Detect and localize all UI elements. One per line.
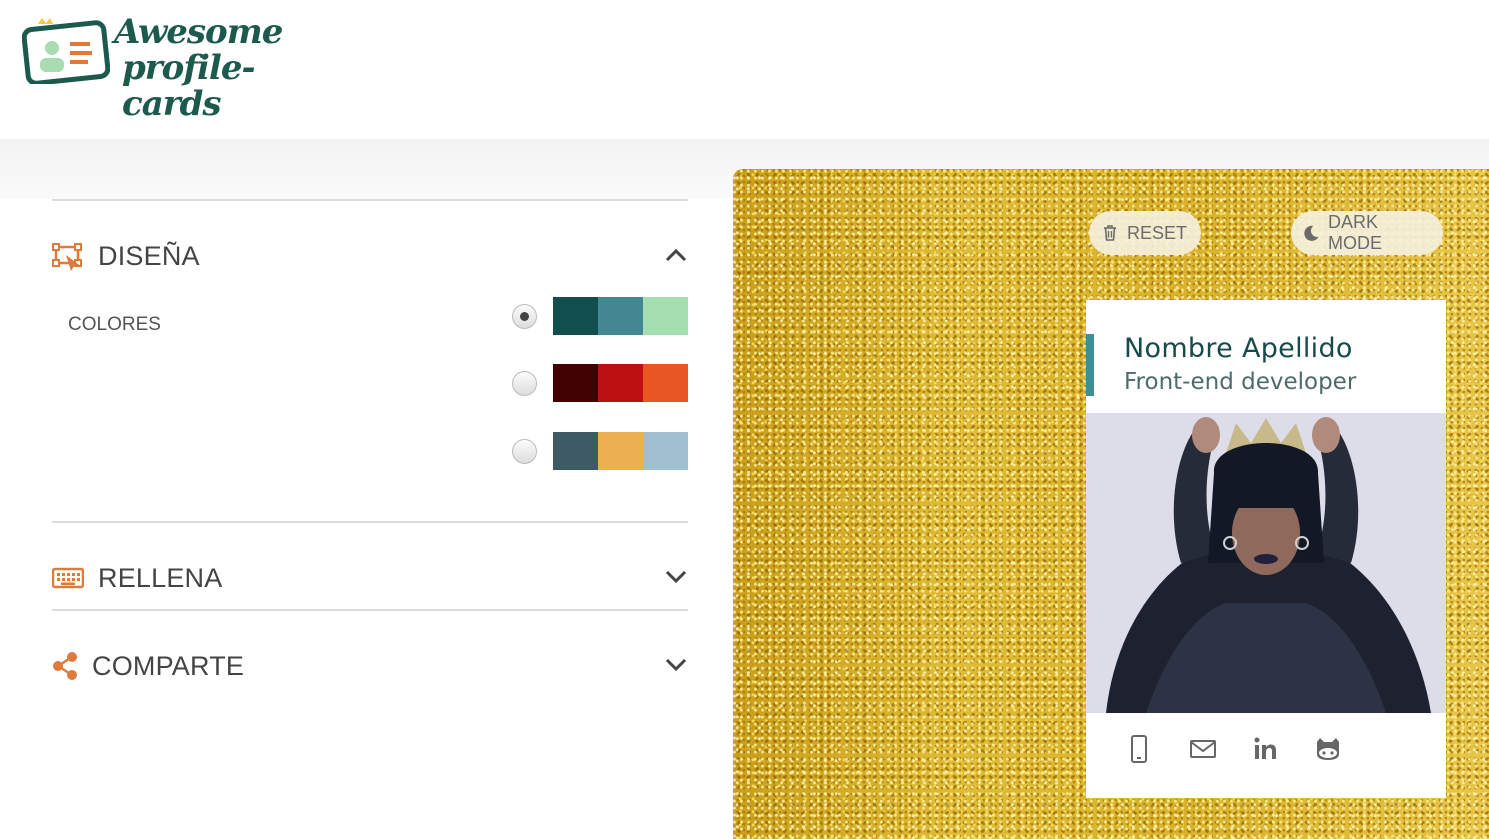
- profile-card: Nombre Apellido Front-end developer: [1086, 300, 1446, 798]
- chevron-down-icon[interactable]: [664, 657, 688, 673]
- palette-radio-3[interactable]: [512, 439, 537, 464]
- palette-option-1[interactable]: [512, 297, 688, 335]
- colors-label: COLORES: [68, 314, 161, 335]
- colors-group: COLORES: [52, 297, 688, 521]
- logo[interactable]: Awesome profile-cards: [22, 12, 332, 122]
- section-share-header[interactable]: COMPARTE: [52, 611, 688, 697]
- section-design-title: DISEÑA: [98, 241, 200, 271]
- swatch: [598, 364, 643, 402]
- chevron-up-icon[interactable]: [664, 247, 688, 263]
- palette-swatches-2[interactable]: [553, 364, 688, 402]
- swatch: [553, 364, 598, 402]
- chevron-down-icon[interactable]: [664, 569, 688, 585]
- dark-mode-button[interactable]: DARK MODE: [1291, 211, 1443, 255]
- form-panel: DISEÑA COLORES RELLENA COMPARTE: [52, 199, 688, 697]
- card-preview: RESET DARK MODE Nombre Apellido Front-en…: [733, 169, 1489, 839]
- section-fill-title: RELLENA: [98, 563, 223, 593]
- reset-button[interactable]: RESET: [1089, 211, 1201, 255]
- logo-line-2: profile-cards: [122, 48, 256, 124]
- linkedin-icon[interactable]: [1248, 732, 1282, 766]
- palette-option-3[interactable]: [512, 432, 688, 470]
- phone-icon[interactable]: [1122, 732, 1156, 766]
- logo-line-1: Awesome: [114, 12, 283, 52]
- card-accent-bar: [1086, 334, 1094, 396]
- section-design-header[interactable]: DISEÑA: [52, 201, 688, 311]
- swatch: [553, 432, 598, 470]
- palette-radio-2[interactable]: [512, 371, 537, 396]
- section-fill-header[interactable]: RELLENA: [52, 523, 688, 609]
- swatch: [598, 432, 643, 470]
- swatch: [643, 297, 688, 335]
- card-name: Nombre Apellido: [1124, 333, 1353, 364]
- dark-mode-label: DARK MODE: [1328, 212, 1382, 253]
- email-icon[interactable]: [1186, 732, 1220, 766]
- swatch: [553, 297, 598, 335]
- profile-photo-illustration: [1086, 413, 1446, 713]
- social-icons: [1086, 732, 1446, 782]
- keyboard-icon: [52, 567, 84, 589]
- swatch: [598, 297, 643, 335]
- moon-icon: [1304, 225, 1319, 241]
- logo-text: Awesome profile-cards: [114, 14, 332, 122]
- reset-label: RESET: [1127, 222, 1188, 243]
- logo-card-icon: [22, 18, 110, 84]
- design-icon: [52, 243, 82, 271]
- palette-option-2[interactable]: [512, 364, 688, 402]
- header: Awesome profile-cards: [0, 0, 1489, 139]
- trash-icon: [1104, 225, 1116, 241]
- swatch: [643, 432, 688, 470]
- palette-radio-1[interactable]: [512, 304, 537, 329]
- card-job: Front-end developer: [1124, 369, 1357, 395]
- palette-swatches-3[interactable]: [553, 432, 688, 470]
- profile-photo: [1086, 413, 1446, 713]
- github-icon[interactable]: [1311, 732, 1345, 766]
- share-icon: [53, 652, 77, 680]
- swatch: [643, 364, 688, 402]
- section-share-title: COMPARTE: [92, 651, 245, 681]
- palette-swatches-1[interactable]: [553, 297, 688, 335]
